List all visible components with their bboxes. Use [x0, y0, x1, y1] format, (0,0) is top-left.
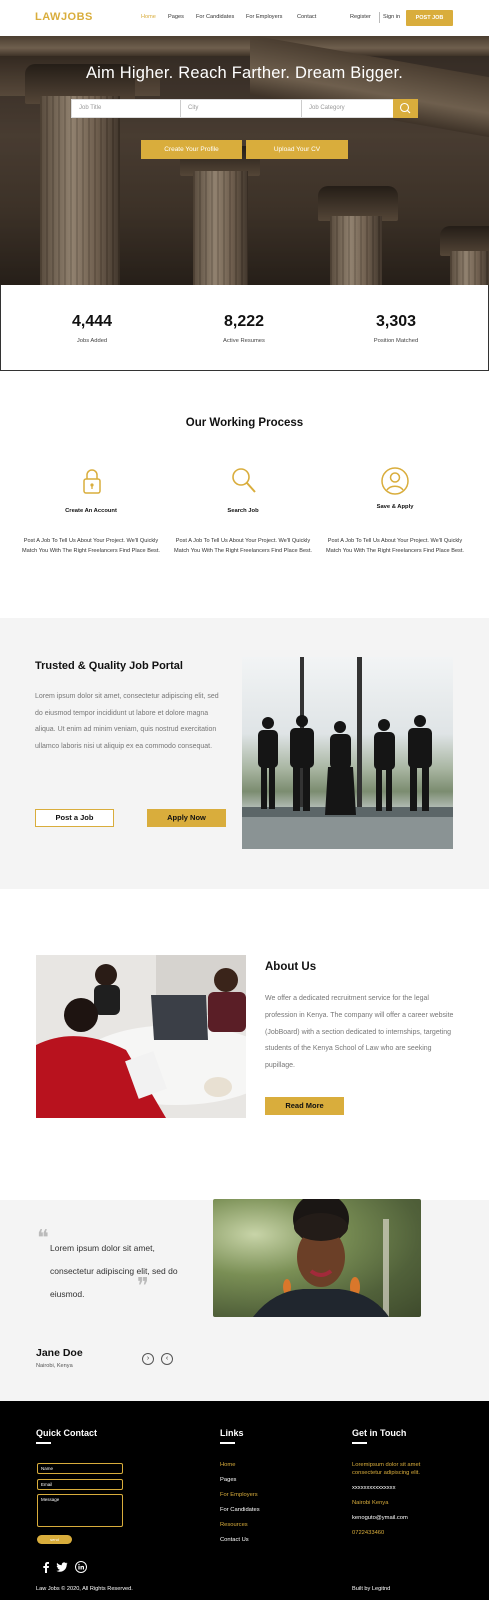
top-navbar: LAWJOBS Home Pages For Candidates For Em…	[0, 0, 489, 36]
about-description: We offer a dedicated recruitment service…	[265, 995, 454, 1070]
process-step-desc: Post A Job To Tell Us About Your Project…	[22, 538, 160, 554]
user-icon	[381, 467, 409, 495]
process-step-title: Search Job	[227, 508, 259, 514]
process-step-title: Save & Apply	[376, 504, 414, 510]
footer-link-for-candidates[interactable]: For Candidates	[220, 1507, 260, 1513]
footer-link-contact-us[interactable]: Contact Us	[220, 1537, 249, 1543]
nav-for-candidates[interactable]: For Candidates	[196, 14, 234, 20]
hero-title: Aim Higher. Reach Farther. Dream Bigger.	[85, 64, 404, 82]
upload-cv-button[interactable]: Upload Your CV	[246, 140, 348, 159]
read-more-button[interactable]: Read More	[265, 1097, 344, 1115]
search-button[interactable]	[393, 99, 418, 118]
trusted-title: Trusted & Quality Job Portal	[35, 660, 183, 672]
register-link[interactable]: Register	[350, 14, 371, 20]
testimonial-location: Nairobi, Kenya	[36, 1363, 73, 1369]
title-underline	[36, 1442, 51, 1444]
quote-open-icon: ❝	[37, 1226, 49, 1251]
chevron-right-icon: ›	[146, 1355, 150, 1362]
post-job-button[interactable]: POST JOB	[406, 10, 453, 26]
twitter-icon[interactable]	[56, 1561, 68, 1573]
nav-home[interactable]: Home	[141, 14, 156, 20]
job-category-input[interactable]: Job Category	[302, 100, 395, 117]
testimonial-quote: Lorem ipsum dolor sit amet, consectetur …	[50, 1243, 178, 1299]
lock-icon	[83, 469, 101, 494]
title-underline	[220, 1442, 235, 1444]
search-icon	[232, 468, 256, 493]
process-title: Our Working Process	[185, 417, 304, 429]
facebook-icon[interactable]	[40, 1561, 52, 1573]
process-step-title: Create An Account	[65, 508, 117, 514]
sign-in-link[interactable]: Sign in	[383, 14, 400, 20]
footer-phone[interactable]: 0722433460	[352, 1530, 384, 1536]
footer-link-resources[interactable]: Resources	[220, 1522, 248, 1528]
process-step-desc: Post A Job To Tell Us About Your Project…	[174, 538, 312, 554]
about-photo	[36, 955, 246, 1118]
testimonial-photo	[213, 1199, 421, 1317]
nav-divider	[379, 12, 380, 23]
footer-link-home[interactable]: Home	[220, 1462, 235, 1468]
search-icon	[399, 102, 411, 114]
stat-position-matched-value: 3,303	[375, 313, 417, 330]
footer-email-input[interactable]: Email	[37, 1479, 123, 1490]
stat-jobs-added-label: Jobs Added	[76, 338, 108, 344]
stat-position-matched-label: Position Matched	[373, 338, 419, 344]
stat-active-resumes-value: 8,222	[223, 313, 265, 330]
get-in-touch-title: Get in Touch	[352, 1428, 407, 1438]
stat-jobs-added-value: 4,444	[71, 313, 113, 330]
job-title-input[interactable]: Job Title	[72, 100, 180, 117]
create-profile-button[interactable]: Create Your Profile	[141, 140, 242, 159]
quick-contact-title: Quick Contact	[36, 1428, 98, 1438]
linkedin-icon[interactable]	[75, 1561, 87, 1573]
nav-pages[interactable]: Pages	[168, 14, 184, 20]
trusted-description: Lorem ipsum dolor sit amet, consectetur …	[35, 693, 219, 750]
team-photo	[242, 657, 453, 849]
nav-contact[interactable]: Contact	[297, 14, 316, 20]
footer-phone-masked: xxxxxxxxxxxxxxx	[352, 1485, 396, 1491]
apply-now-button[interactable]: Apply Now	[147, 809, 226, 827]
testimonial-name: Jane Doe	[36, 1347, 83, 1359]
links-title: Links	[220, 1428, 244, 1438]
about-title: About Us	[265, 961, 317, 973]
send-button[interactable]: send	[37, 1535, 72, 1544]
footer-link-for-employers[interactable]: For Employers	[220, 1492, 258, 1498]
chevron-left-icon: ‹	[165, 1355, 169, 1362]
footer-link-pages[interactable]: Pages	[220, 1477, 236, 1483]
post-a-job-button[interactable]: Post a Job	[35, 809, 114, 827]
job-search-bar: Job Title City Job Category	[71, 99, 418, 118]
stat-active-resumes-label: Active Resumes	[223, 338, 265, 344]
footer-tagline: Loremipsum dolor sit amet consectetur ad…	[352, 1462, 421, 1476]
process-step-desc: Post A Job To Tell Us About Your Project…	[326, 538, 464, 554]
prev-testimonial-button[interactable]: ‹	[161, 1353, 173, 1365]
footer-message-input[interactable]: Message	[37, 1494, 123, 1527]
title-underline	[352, 1442, 367, 1444]
footer-city: Nairobi Kenya	[352, 1500, 389, 1506]
footer-name-input[interactable]: Name	[37, 1463, 123, 1474]
next-testimonial-button[interactable]: ›	[142, 1353, 154, 1365]
city-input[interactable]: City	[181, 100, 301, 117]
copyright-text: Law Jobs © 2020, All Rights Reserved.	[36, 1586, 133, 1592]
built-by-text: Built by Legitnd	[352, 1586, 391, 1592]
quote-close-icon: ❞	[137, 1274, 149, 1299]
logo[interactable]: LAWJOBS	[35, 11, 93, 23]
footer-email[interactable]: kenoguto@ymail.com	[352, 1515, 408, 1521]
nav-for-employers[interactable]: For Employers	[246, 14, 282, 20]
